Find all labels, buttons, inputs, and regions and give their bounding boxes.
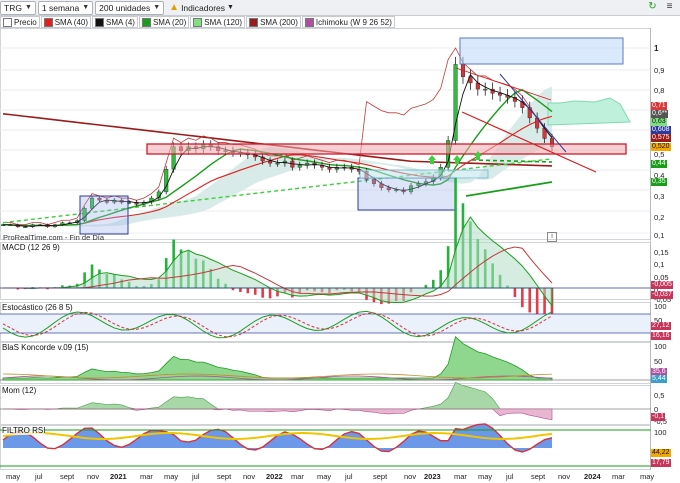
axis-tick-label: 0,8 — [654, 86, 665, 95]
time-axis-month-label: may — [640, 472, 655, 481]
mom-negative-area — [3, 408, 553, 421]
time-axis-year-label: 2022 — [266, 472, 283, 481]
stoch-panel-label: Estocástico (26 8 5) — [2, 303, 73, 312]
rsi-panel-label: FILTRO RSI — [2, 426, 46, 435]
price-candle-body — [23, 226, 28, 229]
axis-tick-label: 0,9 — [654, 66, 665, 75]
axis-value-tag: 27,12 — [651, 322, 671, 330]
axis-tick-label: 1 — [654, 44, 659, 53]
trend-line-green-solid — [465, 181, 553, 197]
time-axis-month-label: sept — [531, 472, 546, 481]
time-axis-month-label: mar — [291, 472, 304, 481]
time-axis-year-label: 2023 — [424, 472, 441, 481]
macd-axis: 0,150,10,050-0,05-0,005-0,037 — [651, 242, 680, 304]
price-candle-body — [275, 162, 280, 165]
axis-value-tag: 0,44 — [651, 160, 667, 168]
range-box-1 — [79, 195, 129, 235]
time-axis-month-label: mar — [140, 472, 153, 481]
target-box — [459, 37, 624, 65]
axis-value-tag: -0,037 — [651, 291, 673, 299]
menu-icon[interactable]: ≡ — [663, 1, 676, 13]
support-zone-box — [146, 143, 627, 155]
price-candle-body — [483, 88, 488, 91]
price-axis: 10,90,80,70,60,50,40,30,20,10,710,6**0,6… — [651, 28, 680, 240]
price-candle-body — [498, 93, 503, 96]
axis-tick-label: 0,2 — [654, 213, 665, 222]
time-axis: may jul sept nov 2021 mar may jul sept nov 2022 mar… — [0, 470, 655, 483]
axis-value-tag: 16,16 — [651, 332, 671, 340]
time-axis-month-label: sept — [373, 472, 388, 481]
credit-label: ProRealTime.com - Fin de Día — [3, 233, 105, 242]
mom-positive-area — [3, 382, 552, 410]
stoch-axis: 100 50 27,12 16,16 — [651, 302, 680, 342]
axis-tick-label: 100 — [654, 342, 667, 351]
time-axis-year-label: 2021 — [110, 472, 127, 481]
stoch-band — [0, 314, 651, 333]
time-axis-month-label: jul — [35, 472, 43, 481]
koncorde-panel-label: BlaS Koncorde v.09 (15) — [2, 343, 89, 352]
macd-panel-label: MACD (12 26 9) — [2, 243, 60, 252]
axis-tick-label: 100 — [654, 428, 667, 437]
axis-value-tag: -0,005 — [651, 281, 673, 289]
time-axis-month-label: may — [317, 472, 332, 481]
time-axis-month-label: sept — [217, 472, 232, 481]
time-axis-month-label: nov — [243, 472, 256, 481]
time-axis-month-label: nov — [87, 472, 100, 481]
axis-value-tag: 0,6** — [651, 110, 669, 118]
macd-histogram-bar — [535, 288, 539, 318]
axis-value-tag: 5,44 — [651, 375, 667, 383]
price-candle-body — [297, 164, 302, 168]
time-axis-month-label: may — [6, 472, 21, 481]
axis-tick-label: 0,5 — [654, 391, 665, 400]
axis-tick-label: 100 — [654, 302, 667, 311]
macd-histogram-bar — [431, 279, 435, 288]
time-axis-month-label: may — [164, 472, 179, 481]
macd-histogram-bar — [521, 288, 524, 308]
axis-value-tag: 44,22 — [651, 449, 671, 457]
info-icon[interactable]: i — [547, 232, 557, 242]
time-axis-month-label: nov — [558, 472, 571, 481]
time-axis-month-label: may — [478, 472, 493, 481]
macd-histogram-bar — [246, 288, 250, 294]
macd-histogram-bar — [253, 288, 257, 295]
mom-panel-label: Mom (12) — [2, 386, 37, 395]
axis-value-tag: 0,520 — [651, 143, 671, 151]
axis-tick-label: 0,1 — [654, 260, 665, 269]
axis-value-tag: 0,63 — [651, 118, 667, 126]
time-axis-month-label: nov — [404, 472, 417, 481]
axis-value-tag: -0,1 — [651, 413, 666, 421]
koncorde-axis: 100 50 35,6 5,44 — [651, 342, 680, 384]
axis-tick-label: 0,1 — [654, 231, 665, 240]
range-box-2 — [357, 177, 457, 211]
ichimoku-future-cloud — [547, 97, 631, 126]
time-axis-month-label: jul — [345, 472, 353, 481]
axis-tick-label: 0,5 — [654, 150, 665, 159]
axis-tick-label: 0,3 — [654, 192, 665, 201]
time-axis-month-label: jul — [506, 472, 514, 481]
macd-histogram-bar — [239, 288, 242, 292]
axis-tick-label: 50 — [654, 357, 663, 366]
time-axis-month-label: mar — [454, 472, 467, 481]
time-axis-year-label: 2024 — [584, 472, 601, 481]
macd-histogram-bar — [513, 288, 517, 298]
time-axis-month-label: mar — [612, 472, 625, 481]
time-axis-month-label: jul — [192, 472, 200, 481]
macd-histogram-bar — [268, 288, 272, 299]
axis-value-tag: 17,79 — [651, 459, 671, 467]
mom-axis: 0,5 0 -0,5 -0,1 — [651, 385, 680, 426]
consolidation-box — [359, 169, 489, 179]
axis-value-tag: 0,575 — [651, 134, 671, 142]
rsi-axis: 100 44,22 17,79 — [651, 425, 680, 470]
macd-histogram-bar — [261, 288, 264, 298]
time-axis-month-label: sept — [60, 472, 75, 481]
macd-histogram-bar — [528, 288, 532, 313]
axis-value-tag: 0,71 — [651, 102, 667, 110]
axis-value-tag: 0,35 — [651, 178, 667, 186]
axis-tick-label: 0,15 — [654, 248, 669, 257]
axis-value-tag: 0,608 — [651, 126, 671, 134]
price-candle-body — [268, 160, 273, 164]
